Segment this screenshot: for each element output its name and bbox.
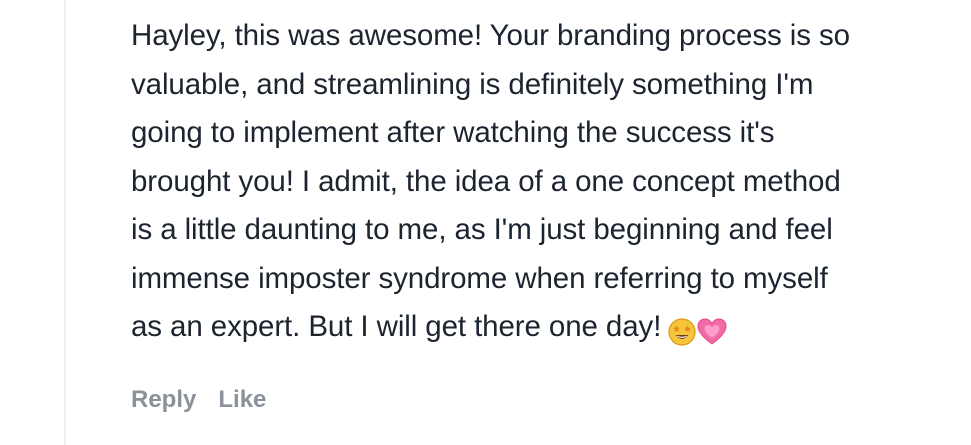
comment-line: as an expert. But I will get there one d… <box>131 310 662 343</box>
comment-line: is a little daunting to me, as I'm just … <box>131 213 833 246</box>
comment-actions: Reply Like <box>131 386 266 414</box>
comment-text: Hayley, this was awesome! Your branding … <box>131 12 961 356</box>
reply-button[interactable]: Reply <box>131 386 196 414</box>
comment-line: valuable, and streamlining is definitely… <box>131 67 814 101</box>
comment-line: brought you! I admit, the idea of a one … <box>131 164 841 198</box>
emoji-group <box>667 307 727 356</box>
comment-line: immense imposter syndrome when referring… <box>131 261 828 295</box>
comment-line-last: as an expert. But I will get there one d… <box>131 303 961 356</box>
like-button[interactable]: Like <box>218 386 266 414</box>
comment-line: going to implement after watching the su… <box>131 116 775 149</box>
growing-heart-emoji-icon <box>697 318 727 345</box>
thread-line <box>64 0 66 445</box>
comment-line: Hayley, this was awesome! Your branding … <box>131 19 850 52</box>
star-struck-emoji-icon <box>668 318 696 346</box>
comment-view: Hayley, this was awesome! Your branding … <box>0 0 971 445</box>
comment: Hayley, this was awesome! Your branding … <box>131 12 961 356</box>
